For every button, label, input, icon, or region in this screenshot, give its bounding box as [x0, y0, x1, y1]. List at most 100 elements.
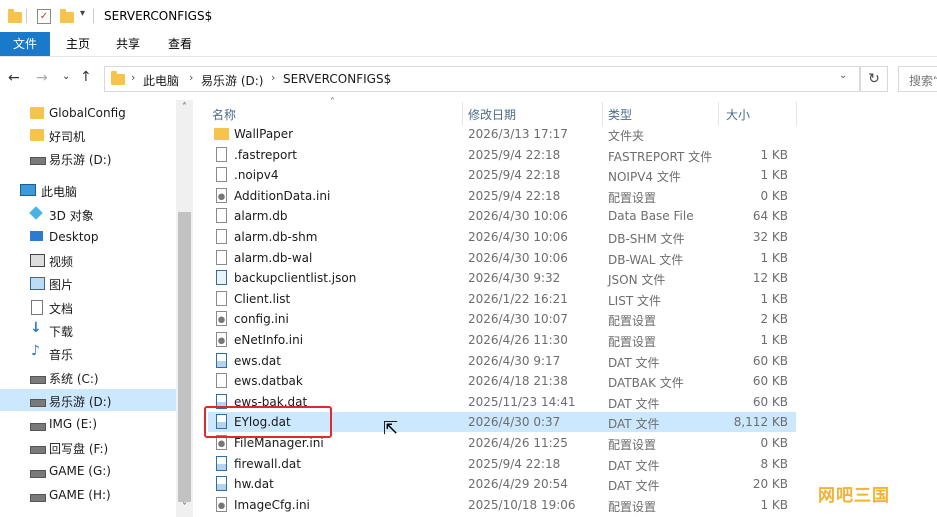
address-bar[interactable]: › 此电脑 › 易乐游 (D:) › SERVERCONFIGS$ ⌄ [104, 66, 860, 92]
file-row[interactable]: ews.dat 2026/4/30 9:17 DAT 文件 60 KB [208, 351, 796, 371]
column-header-size[interactable]: 大小 [726, 106, 750, 123]
new-folder-icon[interactable] [60, 9, 74, 23]
breadcrumb-separator[interactable]: › [131, 71, 135, 84]
sidebar-item-drive-g[interactable]: GAME (G:) [0, 460, 176, 482]
search-input[interactable]: 搜索“ [898, 66, 937, 92]
refresh-icon[interactable]: ↻ [860, 66, 888, 92]
sidebar-item-drive-f[interactable]: 回写盘 (F:) [0, 436, 176, 458]
column-divider[interactable] [718, 102, 719, 126]
breadcrumb-separator[interactable]: › [271, 71, 275, 84]
column-divider[interactable] [462, 102, 463, 126]
sidebar-item-label: GAME (H:) [49, 488, 111, 502]
desktop-icon [30, 231, 43, 241]
sidebar-item-pictures[interactable]: 图片 [0, 272, 176, 294]
recent-locations-chevron-icon[interactable]: ⌄ [62, 71, 70, 82]
file-row[interactable]: alarm.db-wal 2026/4/30 10:06 DB-WAL 文件 1 KB [208, 248, 796, 268]
file-row[interactable]: .fastreport 2025/9/4 22:18 FASTREPORT 文件 1 … [208, 145, 796, 165]
back-arrow-icon[interactable]: ← [8, 70, 20, 86]
sidebar-item-videos[interactable]: 视频 [0, 249, 176, 271]
file-type: 文件夹 [608, 129, 645, 143]
sidebar-item-this-pc[interactable]: 此电脑 [0, 179, 176, 201]
breadcrumb-drive-d[interactable]: 易乐游 (D:) [201, 72, 263, 89]
file-row[interactable]: ImageCfg.ini 2025/10/18 19:06 配置设置 1 KB [208, 495, 796, 515]
file-type: FASTREPORT 文件 [608, 149, 713, 164]
sidebar-scrollbar-thumb[interactable] [178, 212, 191, 502]
file-name: ews.dat [234, 353, 281, 368]
file-type: Data Base File [608, 209, 694, 224]
sidebar-item-drive-e[interactable]: IMG (E:) [0, 413, 176, 435]
file-row[interactable]: eNetInfo.ini 2026/4/26 11:30 配置设置 1 KB [208, 330, 796, 350]
address-dropdown-icon[interactable]: ⌄ [839, 70, 847, 81]
sidebar-item-globalconfig[interactable]: GlobalConfig [0, 102, 176, 124]
scroll-down-icon[interactable]: ˅ [176, 500, 193, 516]
sidebar-item-label: 好司机 [49, 130, 86, 144]
file-row[interactable]: alarm.db-shm 2026/4/30 10:06 DB-SHM 文件 32 K… [208, 227, 796, 247]
tab-share[interactable]: 共享 [106, 32, 150, 56]
folder-icon [111, 71, 125, 85]
sidebar-item-desktop[interactable]: Desktop [0, 226, 176, 248]
column-header-row: 名称 修改日期 类型 大小 [204, 102, 798, 126]
file-row[interactable]: AdditionData.ini 2025/9/4 22:18 配置设置 0 KB [208, 186, 796, 206]
file-row[interactable]: alarm.db 2026/4/30 10:06 Data Base File 64 … [208, 206, 796, 226]
file-size: 8 KB [760, 456, 788, 471]
file-date: 2026/4/26 11:25 [468, 436, 568, 450]
sidebar-item-haosiji[interactable]: 好司机 [0, 124, 176, 146]
file-date: 2026/4/30 9:17 [468, 353, 561, 368]
scroll-up-icon[interactable]: ˄ [176, 100, 193, 116]
tab-file[interactable]: 文件 [0, 32, 50, 56]
file-date: 2026/4/30 9:32 [468, 271, 561, 286]
sidebar-item-documents[interactable]: 文档 [0, 296, 176, 318]
sidebar-item-drive-d-quick[interactable]: 易乐游 (D:) [0, 147, 176, 169]
sidebar-item-label: GlobalConfig [49, 106, 126, 120]
sidebar-item-music[interactable]: ♪ 音乐 [0, 342, 176, 364]
sidebar-item-drive-c[interactable]: 系统 (C:) [0, 366, 176, 388]
file-size: 12 KB [752, 271, 788, 286]
sidebar-item-drive-d[interactable]: 易乐游 (D:) [0, 389, 176, 411]
sidebar-item-downloads[interactable]: ↓ 下载 [0, 319, 176, 341]
sidebar-item-label: 系统 (C:) [49, 372, 99, 386]
file-type: DB-WAL 文件 [608, 252, 684, 267]
forward-arrow-icon[interactable]: → [36, 70, 48, 86]
column-divider[interactable] [602, 102, 603, 126]
quick-access-dropdown-icon[interactable]: ▾ [80, 8, 85, 19]
column-header-name[interactable]: 名称 [212, 106, 236, 123]
file-row[interactable]: Client.list 2026/1/22 16:21 LIST 文件 1 KB [208, 289, 796, 309]
column-header-type[interactable]: 类型 [608, 106, 632, 123]
sidebar-item-label: 易乐游 (D:) [49, 153, 112, 167]
file-row[interactable]: .noipv4 2025/9/4 22:18 NOIPV4 文件 1 KB [208, 165, 796, 185]
tab-view[interactable]: 查看 [158, 32, 202, 56]
file-name: .fastreport [234, 147, 297, 162]
data-file-icon [216, 352, 227, 368]
file-icon [216, 373, 227, 389]
column-header-date[interactable]: 修改日期 [468, 106, 516, 123]
drive-icon [30, 376, 46, 384]
column-divider[interactable] [796, 102, 797, 126]
file-row[interactable]: WallPaper 2026/3/13 17:17 文件夹 [208, 124, 796, 144]
sidebar-item-label: 图片 [49, 278, 74, 292]
file-icon [216, 290, 227, 306]
file-size: 0 KB [760, 188, 788, 203]
breadcrumb-this-pc[interactable]: 此电脑 [143, 72, 179, 89]
file-type: LIST 文件 [608, 293, 661, 308]
search-placeholder: 搜索“ [909, 74, 937, 88]
tab-home[interactable]: 主页 [56, 32, 100, 56]
sidebar-item-label: IMG (E:) [49, 417, 97, 431]
properties-icon[interactable]: ✓ [37, 9, 51, 24]
file-size: 1 KB [760, 250, 788, 265]
file-date: 2026/4/30 0:37 [468, 415, 561, 430]
breadcrumb-serverconfigs[interactable]: SERVERCONFIGS$ [283, 72, 391, 86]
file-date: 2025/9/4 22:18 [468, 168, 561, 183]
file-row[interactable]: hw.dat 2026/4/29 20:54 DAT 文件 20 KB [208, 474, 796, 494]
up-arrow-icon[interactable]: ↑ [80, 69, 92, 85]
breadcrumb-separator[interactable]: › [189, 71, 193, 84]
sidebar-item-label: 易乐游 (D:) [49, 395, 112, 409]
file-size: 0 KB [760, 436, 788, 450]
sidebar-item-drive-h[interactable]: GAME (H:) [0, 484, 176, 506]
file-row[interactable]: ews.datbak 2026/4/18 21:38 DATBAK 文件 60 KB [208, 371, 796, 391]
sidebar-item-3d-objects[interactable]: 3D 对象 [0, 203, 176, 225]
file-row[interactable]: config.ini 2026/4/30 10:07 配置设置 2 KB [208, 309, 796, 329]
file-size: 2 KB [760, 312, 788, 327]
file-size: 32 KB [752, 230, 788, 244]
file-row[interactable]: backupclientlist.json 2026/4/30 9:32 JSON … [208, 268, 796, 288]
file-row[interactable]: firewall.dat 2025/9/4 22:18 DAT 文件 8 KB [208, 454, 796, 474]
